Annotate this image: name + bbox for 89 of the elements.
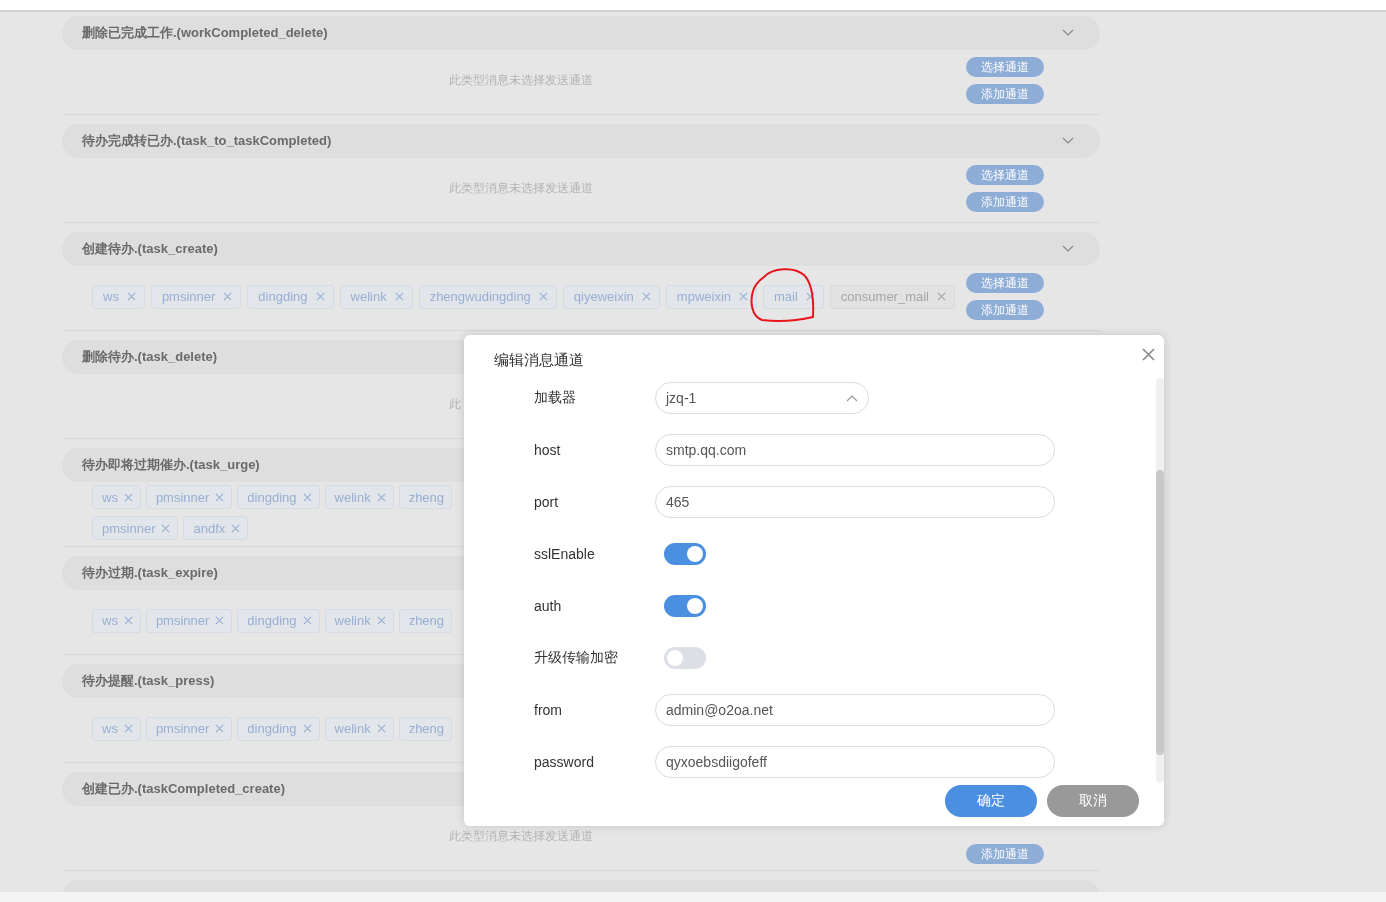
channel-button[interactable]: 添加通道 bbox=[966, 192, 1044, 212]
close-icon[interactable] bbox=[123, 724, 133, 733]
channel-tag[interactable]: pmsinner bbox=[145, 485, 233, 509]
cancel-button[interactable]: 取消 bbox=[1047, 785, 1139, 817]
field-label: 加载器 bbox=[534, 389, 577, 407]
channel-tag[interactable]: mpweixin bbox=[665, 284, 757, 309]
chevron-down-icon[interactable] bbox=[1062, 29, 1074, 37]
channel-tag[interactable]: ws bbox=[92, 716, 141, 741]
section-title: 待办提醒.(task_press) bbox=[82, 672, 215, 690]
field-label: 升级传输加密 bbox=[534, 649, 619, 667]
scrollbar[interactable] bbox=[1156, 378, 1164, 783]
channel-tag[interactable]: welink bbox=[324, 716, 394, 741]
close-icon[interactable] bbox=[376, 724, 386, 733]
channel-tag[interactable]: dingding bbox=[237, 716, 320, 741]
toggle-switch[interactable] bbox=[664, 647, 706, 669]
channel-button[interactable]: 选择通道 bbox=[966, 57, 1044, 77]
section-header[interactable]: 创建待办.(task_create) bbox=[62, 232, 1100, 266]
text-field[interactable]: smtp.qq.com bbox=[655, 434, 1055, 466]
close-icon[interactable] bbox=[739, 292, 748, 301]
section-title: 创建待办.(task_create) bbox=[82, 240, 218, 258]
channel-button[interactable]: 添加通道 bbox=[966, 84, 1044, 104]
channel-tag[interactable]: ws bbox=[92, 485, 141, 509]
section-header[interactable]: 删除已完成工作.(workCompleted_delete) bbox=[62, 16, 1100, 50]
confirm-button[interactable]: 确定 bbox=[945, 785, 1037, 817]
channel-button[interactable]: 添加通道 bbox=[966, 300, 1044, 320]
close-icon[interactable] bbox=[394, 292, 404, 301]
channel-tag[interactable]: zheng bbox=[398, 716, 453, 741]
close-icon[interactable] bbox=[805, 292, 815, 301]
close-icon[interactable] bbox=[302, 492, 312, 502]
close-icon[interactable] bbox=[215, 492, 225, 502]
close-icon[interactable] bbox=[641, 292, 651, 301]
section-title: 删除已完成工作.(workCompleted_delete) bbox=[82, 24, 328, 42]
section-title: 待办过期.(task_expire) bbox=[82, 564, 218, 582]
section-title: 删除待办.(task_delete) bbox=[82, 348, 218, 366]
close-icon[interactable] bbox=[302, 724, 312, 733]
close-icon[interactable] bbox=[123, 616, 133, 625]
channel-button[interactable]: 添加通道 bbox=[966, 844, 1044, 864]
channel-tag[interactable]: qiyeweixin bbox=[562, 284, 660, 309]
close-icon[interactable] bbox=[161, 523, 171, 533]
channel-tag[interactable]: zhengwudingding bbox=[418, 284, 557, 309]
close-icon[interactable] bbox=[215, 724, 225, 733]
chevron-down-icon[interactable] bbox=[1062, 137, 1074, 145]
channel-tag[interactable]: andfx bbox=[183, 516, 249, 540]
dialog-title: 编辑消息通道 bbox=[494, 350, 584, 370]
channel-tag[interactable]: pmsinner bbox=[145, 608, 233, 633]
channel-tag[interactable]: welink bbox=[324, 608, 394, 633]
close-icon[interactable] bbox=[302, 616, 312, 625]
close-icon[interactable] bbox=[315, 292, 325, 301]
channel-tag[interactable]: mail bbox=[763, 284, 824, 309]
field-label: from bbox=[534, 702, 563, 718]
section-header[interactable]: 待办完成转已办.(task_to_taskCompleted) bbox=[62, 124, 1100, 158]
channel-button[interactable]: 选择通道 bbox=[966, 273, 1044, 293]
close-icon[interactable] bbox=[231, 523, 241, 533]
channel-tag[interactable]: welink bbox=[324, 485, 394, 509]
close-icon[interactable] bbox=[1142, 348, 1155, 361]
section-title: 创建已办.(taskCompleted_create) bbox=[82, 780, 285, 798]
channel-tag[interactable]: ws bbox=[92, 284, 145, 309]
close-icon[interactable] bbox=[123, 492, 133, 502]
section-title: 待办即将过期催办.(task_urge) bbox=[82, 456, 260, 474]
channel-tag[interactable]: dingding bbox=[237, 608, 320, 633]
channel-tag[interactable]: dingding bbox=[247, 284, 334, 309]
channel-tag[interactable]: pmsinner bbox=[92, 516, 179, 540]
close-icon[interactable] bbox=[215, 616, 225, 625]
close-icon[interactable] bbox=[376, 616, 386, 625]
field-label: auth bbox=[534, 598, 563, 614]
close-icon[interactable] bbox=[126, 292, 136, 301]
channel-tag[interactable]: dingding bbox=[237, 485, 320, 509]
close-icon[interactable] bbox=[538, 292, 548, 301]
field-label: host bbox=[534, 442, 562, 458]
channel-tag[interactable]: pmsinner bbox=[145, 716, 233, 741]
close-icon[interactable] bbox=[376, 492, 386, 502]
toggle-switch[interactable] bbox=[664, 595, 706, 617]
field-label: port bbox=[534, 494, 560, 510]
text-field[interactable]: 465 bbox=[655, 486, 1055, 518]
toggle-switch[interactable] bbox=[664, 543, 706, 565]
chevron-down-icon[interactable] bbox=[1062, 245, 1074, 253]
channel-tag[interactable]: pmsinner bbox=[150, 284, 242, 309]
channel-tag[interactable]: zheng bbox=[398, 608, 453, 633]
text-field[interactable]: qyxoebsdiigofeff bbox=[655, 746, 1055, 778]
channel-tag[interactable]: zheng bbox=[398, 485, 453, 509]
text-field[interactable]: admin@o2oa.net bbox=[655, 694, 1055, 726]
caret-up-icon bbox=[846, 394, 858, 402]
channel-tag[interactable]: ws bbox=[92, 608, 141, 633]
channel-tag[interactable]: welink bbox=[339, 284, 413, 309]
close-icon[interactable] bbox=[223, 292, 233, 301]
channel-button[interactable]: 选择通道 bbox=[966, 165, 1044, 185]
field-label: sslEnable bbox=[534, 546, 596, 562]
field-label: password bbox=[534, 754, 595, 770]
section-title: 待办完成转已办.(task_to_taskCompleted) bbox=[82, 132, 332, 150]
